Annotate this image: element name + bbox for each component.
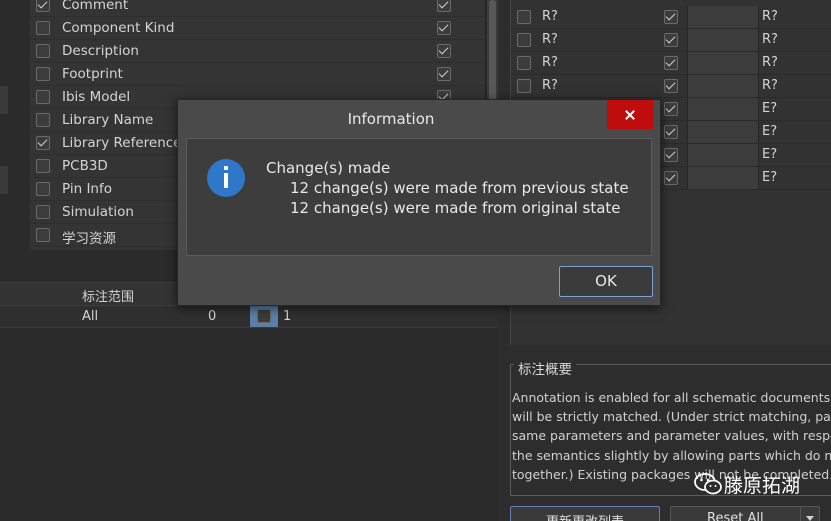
message-line: 12 change(s) were made from previous sta… bbox=[290, 179, 629, 197]
strictly-match-checkbox[interactable] bbox=[437, 44, 451, 58]
sub-cell bbox=[687, 75, 759, 97]
update-changes-list-button[interactable]: 更新更改列表 bbox=[510, 506, 660, 521]
parameter-label: Description bbox=[62, 43, 139, 59]
parameter-label: Library Name bbox=[62, 112, 154, 128]
summary-line: same parameters and parameter values, wi… bbox=[512, 428, 831, 444]
watermark: 滕原拓湖 bbox=[690, 470, 831, 500]
proposed-designator: E? bbox=[762, 124, 778, 139]
strictly-match-checkbox[interactable] bbox=[437, 21, 451, 35]
summary-line: will be strictly matched. (Under strict … bbox=[512, 409, 831, 425]
message-heading: Change(s) made bbox=[266, 159, 391, 177]
parameter-checkbox[interactable] bbox=[36, 44, 50, 58]
row-select-checkbox[interactable] bbox=[517, 56, 531, 70]
table-row[interactable]: R? R? bbox=[511, 75, 831, 98]
sub-cell bbox=[687, 98, 759, 120]
range-checkbox[interactable] bbox=[257, 309, 271, 323]
parameter-label: Footprint bbox=[62, 66, 123, 82]
panel-edge bbox=[0, 86, 8, 114]
row-select-checkbox[interactable] bbox=[517, 33, 531, 47]
reset-all-button[interactable]: Reset All bbox=[670, 506, 820, 521]
wechat-icon bbox=[694, 473, 722, 495]
chevron-down-icon[interactable] bbox=[800, 507, 820, 521]
annotate-checkbox[interactable] bbox=[664, 56, 678, 70]
dialog-title: Information bbox=[347, 110, 435, 128]
watermark-text: 滕原拓湖 bbox=[724, 475, 801, 497]
parameter-checkbox[interactable] bbox=[36, 205, 50, 219]
empty-area bbox=[0, 329, 498, 497]
parameter-checkbox[interactable] bbox=[36, 182, 50, 196]
summary-line: Annotation is enabled for all schematic … bbox=[512, 390, 831, 405]
table-row[interactable]: R? R? bbox=[511, 29, 831, 52]
parameter-row[interactable]: Description bbox=[30, 40, 486, 63]
parameter-row[interactable]: Comment bbox=[30, 0, 486, 17]
annotate-checkbox[interactable] bbox=[664, 102, 678, 116]
parameter-label: Ibis Model bbox=[62, 89, 131, 105]
info-icon bbox=[207, 159, 245, 197]
sub-cell bbox=[687, 6, 759, 28]
sub-cell bbox=[687, 167, 759, 189]
table-row[interactable]: R? R? bbox=[511, 52, 831, 75]
parameter-checkbox[interactable] bbox=[36, 113, 50, 127]
sub-cell bbox=[687, 52, 759, 74]
annotate-checkbox[interactable] bbox=[664, 79, 678, 93]
parameter-label: Comment bbox=[62, 0, 129, 13]
parameter-label: Pin Info bbox=[62, 181, 112, 197]
current-designator: R? bbox=[542, 78, 558, 93]
parameter-checkbox[interactable] bbox=[36, 90, 50, 104]
annotate-checkbox[interactable] bbox=[664, 171, 678, 185]
proposed-designator: E? bbox=[762, 147, 778, 162]
strictly-match-checkbox[interactable] bbox=[437, 67, 451, 81]
current-designator: R? bbox=[542, 55, 558, 70]
information-dialog: Information Change(s) made 12 change(s) … bbox=[177, 99, 661, 306]
parameter-label: Library Reference bbox=[62, 135, 182, 151]
parameter-row[interactable]: Footprint bbox=[30, 63, 486, 86]
parameter-row[interactable]: Component Kind bbox=[30, 17, 486, 40]
sub-cell bbox=[687, 144, 759, 166]
sub-cell bbox=[687, 29, 759, 51]
parameter-checkbox[interactable] bbox=[36, 228, 50, 242]
proposed-designator: R? bbox=[762, 78, 778, 93]
sub-cell bbox=[687, 121, 759, 143]
annotate-checkbox[interactable] bbox=[664, 125, 678, 139]
parameter-label: PCB3D bbox=[62, 158, 108, 174]
summary-title: 标注概要 bbox=[514, 358, 576, 378]
current-designator: R? bbox=[542, 32, 558, 47]
dialog-message-area: Change(s) made 12 change(s) were made fr… bbox=[186, 138, 652, 256]
range-start: 0 bbox=[208, 309, 217, 324]
annotate-checkbox[interactable] bbox=[664, 33, 678, 47]
annotate-checkbox[interactable] bbox=[664, 10, 678, 24]
parameter-checkbox[interactable] bbox=[36, 136, 50, 150]
message-line: 12 change(s) were made from original sta… bbox=[290, 199, 621, 217]
row-select-checkbox[interactable] bbox=[517, 79, 531, 93]
parameter-label: Component Kind bbox=[62, 20, 175, 36]
proposed-designator: R? bbox=[762, 9, 778, 24]
parameter-label: Simulation bbox=[62, 204, 134, 220]
proposed-designator: R? bbox=[762, 55, 778, 70]
proposed-designator: R? bbox=[762, 32, 778, 47]
summary-line: the semantics slightly by allowing parts… bbox=[512, 447, 831, 463]
parameter-checkbox[interactable] bbox=[36, 21, 50, 35]
strictly-match-checkbox[interactable] bbox=[437, 0, 451, 12]
current-designator: R? bbox=[542, 9, 558, 24]
close-icon[interactable] bbox=[607, 100, 653, 129]
table-row[interactable]: All 0 1 bbox=[0, 306, 498, 328]
annotate-checkbox[interactable] bbox=[664, 148, 678, 162]
proposed-designator: E? bbox=[762, 170, 778, 185]
row-select-checkbox[interactable] bbox=[517, 10, 531, 24]
parameter-label: 学习资源 bbox=[62, 231, 116, 247]
table-row[interactable]: R? R? bbox=[511, 6, 831, 29]
panel-edge bbox=[0, 166, 8, 194]
parameter-checkbox[interactable] bbox=[36, 159, 50, 173]
range-end: 1 bbox=[283, 309, 292, 324]
proposed-designator: E? bbox=[762, 101, 778, 116]
ok-button[interactable]: OK bbox=[559, 266, 653, 297]
parameter-checkbox[interactable] bbox=[36, 67, 50, 81]
parameter-checkbox[interactable] bbox=[36, 0, 50, 12]
column-header-range: 标注范围 bbox=[82, 290, 135, 305]
range-scope: All bbox=[82, 309, 99, 324]
